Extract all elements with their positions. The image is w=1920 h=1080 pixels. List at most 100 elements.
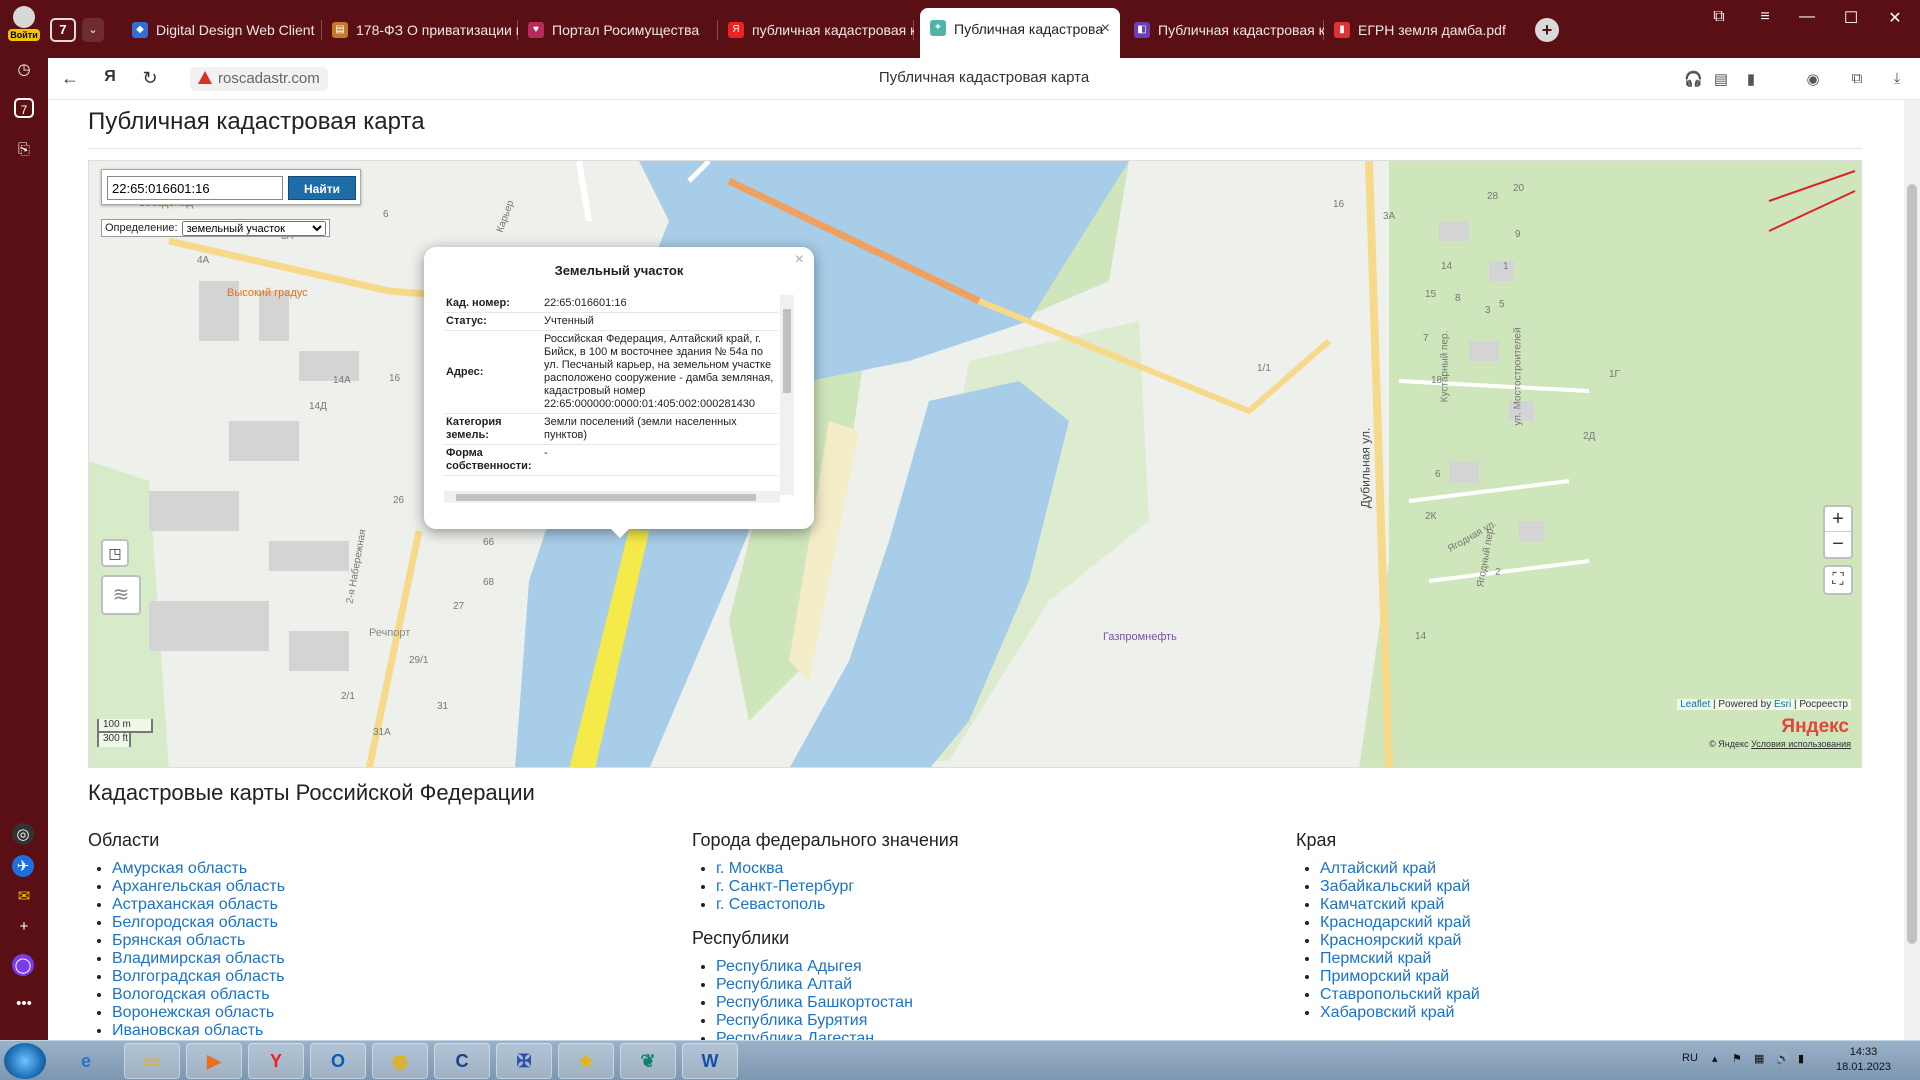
region-link[interactable]: г. Москва (716, 860, 783, 877)
region-link[interactable]: Республика Дагестан (716, 1030, 874, 1040)
menu-icon[interactable]: ≡ (1750, 8, 1780, 26)
cadastral-map[interactable]: Звездопад Высокий градус Газпромнефть Ре… (88, 160, 1862, 768)
notes-icon[interactable]: ◍ (372, 1043, 428, 1079)
layers-button[interactable]: ≋ (101, 575, 141, 615)
region-link[interactable]: Республика Адыгея (716, 958, 862, 975)
region-link[interactable]: Волгоградская область (112, 968, 285, 985)
tabs-dropdown-button[interactable]: ⌄ (82, 18, 104, 42)
region-link[interactable]: Красноярский край (1320, 932, 1461, 949)
bookmark-window-icon[interactable]: ⧉ (1704, 8, 1734, 26)
power-icon[interactable]: ▮ (1798, 1052, 1804, 1065)
region-link[interactable]: Архангельская область (112, 878, 285, 895)
app-c-icon[interactable]: C (434, 1043, 490, 1079)
scrollbar-thumb[interactable] (1907, 184, 1917, 944)
add-panel-icon[interactable]: + (12, 915, 36, 939)
region-link[interactable]: Хабаровский край (1320, 1004, 1454, 1021)
minimize-button[interactable]: — (1792, 8, 1822, 26)
region-link[interactable]: Республика Алтай (716, 976, 852, 993)
region-link[interactable]: Белгородская область (112, 914, 278, 931)
measure-tool-button[interactable]: ◳ (101, 539, 129, 567)
explorer-icon[interactable]: ▭ (124, 1043, 180, 1079)
start-button[interactable] (4, 1043, 46, 1079)
messenger-icon[interactable]: ✈ (12, 855, 34, 877)
leaflet-link[interactable]: Leaflet (1680, 699, 1710, 710)
tab-egrn-pdf[interactable]: ▮ ЕГРН земля дамба.pdf (1324, 10, 1524, 50)
region-link[interactable]: Владимирская область (112, 950, 285, 967)
maximize-button[interactable]: ☐ (1836, 8, 1866, 28)
ie-icon[interactable]: e (62, 1043, 110, 1079)
history-icon[interactable]: ◷ (12, 58, 36, 82)
region-link[interactable]: Астраханская область (112, 896, 278, 913)
screenshot-icon[interactable]: ⎘ (12, 138, 36, 162)
language-indicator[interactable]: RU (1682, 1052, 1698, 1064)
download-icon[interactable]: ⤓ (1888, 70, 1906, 88)
region-link[interactable]: Приморский край (1320, 968, 1449, 985)
yandex-browser-icon[interactable]: Y (248, 1043, 304, 1079)
region-link[interactable]: Алтайский край (1320, 860, 1436, 877)
tab-rosimushchestvo[interactable]: ♥ Портал Росимущества (518, 10, 718, 50)
region-link[interactable]: Воронежская область (112, 1004, 274, 1021)
region-link[interactable]: Вологодская область (112, 986, 270, 1003)
find-button[interactable]: Найти (288, 176, 356, 200)
collections-icon[interactable]: ⧉ (1848, 70, 1866, 88)
reader-icon[interactable]: ▤ (1712, 70, 1730, 88)
region-link[interactable]: Ивановская область (112, 1022, 263, 1039)
region-link[interactable]: Краснодарский край (1320, 914, 1471, 931)
tab-yandex-search[interactable]: Я публичная кадастровая к (718, 10, 914, 50)
flag-icon[interactable]: ⚑ (1732, 1052, 1742, 1065)
paw-app-icon[interactable]: ❦ (620, 1043, 676, 1079)
page-scrollbar[interactable] (1904, 100, 1920, 1040)
network-icon[interactable]: ▦ (1754, 1052, 1764, 1065)
mail-icon[interactable]: ✉ (12, 885, 36, 909)
zoom-in-button[interactable]: + (1825, 507, 1851, 532)
star-app-icon[interactable]: ★ (558, 1043, 614, 1079)
house-number: 16 (1333, 199, 1345, 210)
volume-icon[interactable]: 🔊 (1776, 1052, 1790, 1065)
popup-vertical-scrollbar[interactable] (780, 295, 794, 495)
alice-icon[interactable]: ◯ (12, 954, 34, 976)
word-icon[interactable]: W (682, 1043, 738, 1079)
cadastral-number-input[interactable] (107, 176, 283, 200)
house-number: 14 (1415, 631, 1427, 642)
tabs-badge[interactable]: 7 (14, 98, 34, 118)
region-link[interactable]: г. Севастополь (716, 896, 825, 913)
gov-app-icon[interactable]: ✠ (496, 1043, 552, 1079)
popup-horizontal-scrollbar[interactable] (444, 491, 780, 503)
popup-body[interactable]: Кад. номер: 22:65:016601:16 Статус: Учтенн… (444, 295, 796, 503)
profile-button[interactable]: Войти (4, 4, 44, 50)
terms-link[interactable]: Условия использования (1751, 739, 1851, 749)
house-number: 27 (453, 601, 465, 612)
fullscreen-button[interactable]: ⛶ (1823, 565, 1853, 595)
region-link[interactable]: Пермский край (1320, 950, 1431, 967)
tab-178-fz[interactable]: ▤ 178-ФЗ О приватизации г (322, 10, 518, 50)
region-link[interactable]: Камчатский край (1320, 896, 1444, 913)
app-icon[interactable]: ◎ (12, 823, 34, 845)
tab-digital-design[interactable]: ◆ Digital Design Web Client (122, 10, 322, 50)
region-link[interactable]: г. Санкт-Петербург (716, 878, 854, 895)
clock[interactable]: 14:33 18.01.2023 (1836, 1045, 1891, 1075)
new-tab-button[interactable]: + (1535, 18, 1559, 42)
clock-date: 18.01.2023 (1836, 1061, 1892, 1073)
outlook-icon[interactable]: O (310, 1043, 366, 1079)
more-icon[interactable]: ••• (12, 992, 36, 1016)
region-link[interactable]: Брянская область (112, 932, 245, 949)
bookmark-icon[interactable]: ▮ (1742, 70, 1760, 88)
definition-select[interactable]: земельный участок (181, 220, 326, 236)
zoom-out-button[interactable]: − (1825, 532, 1851, 557)
region-link[interactable]: Ставропольский край (1320, 986, 1480, 1003)
esri-link[interactable]: Esri (1774, 699, 1791, 710)
region-link[interactable]: Амурская область (112, 860, 247, 877)
close-window-button[interactable]: ✕ (1880, 8, 1910, 28)
house-number: 7 (1423, 333, 1429, 344)
tab-cadastral-map-2[interactable]: ◧ Публичная кадастровая к (1124, 10, 1324, 50)
tab-count-button[interactable]: 7 (50, 18, 76, 42)
region-link[interactable]: Забайкальский край (1320, 878, 1470, 895)
media-player-icon[interactable]: ▶ (186, 1043, 242, 1079)
region-link[interactable]: Республика Бурятия (716, 1012, 867, 1029)
tray-expand-icon[interactable]: ▴ (1712, 1052, 1718, 1065)
region-link[interactable]: Республика Башкортостан (716, 994, 913, 1011)
extension-icon[interactable]: ◉ (1804, 70, 1822, 88)
tab-active-cadastral-map[interactable]: ✦ Публичная кадастрова × (920, 8, 1120, 58)
close-tab-icon[interactable]: × (1101, 8, 1110, 50)
headphones-icon[interactable]: 🎧 (1684, 70, 1703, 88)
